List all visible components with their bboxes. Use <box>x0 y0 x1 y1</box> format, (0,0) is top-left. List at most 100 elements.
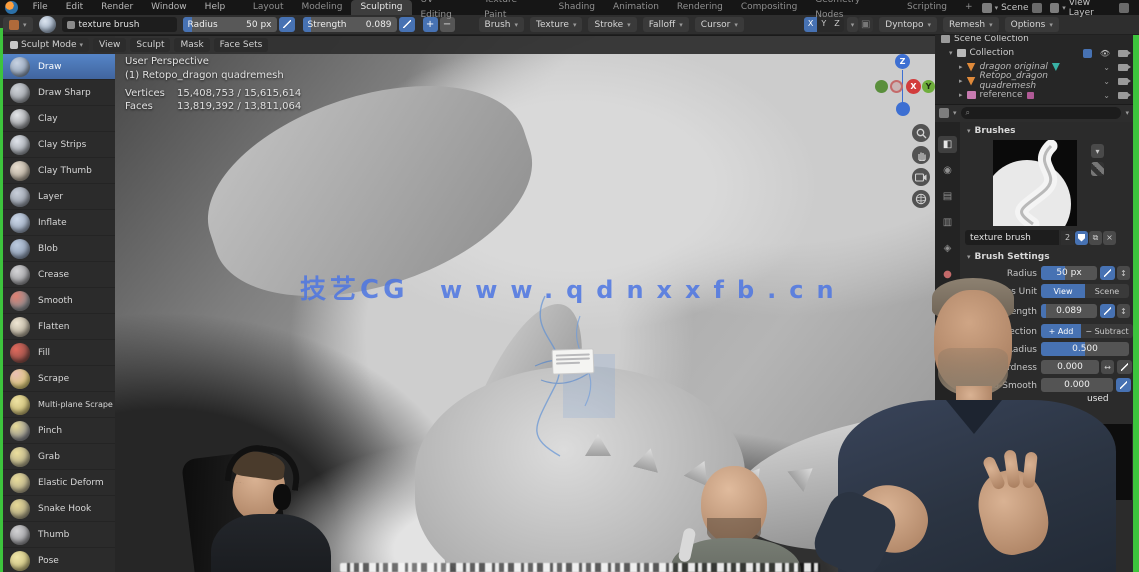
options-dropdown[interactable]: Options ▾ <box>1004 17 1059 32</box>
brush-name-field[interactable]: texture brush <box>965 230 1059 245</box>
eye-closed-icon[interactable]: ⌄ <box>1103 91 1110 100</box>
tab-texture-paint[interactable]: Texture Paint <box>475 0 549 23</box>
preview-dropdown-button[interactable]: ▾ <box>1091 144 1104 158</box>
view-layer-selector[interactable]: ▾ View Layer <box>1049 0 1129 18</box>
tab-sculpting[interactable]: Sculpting <box>351 0 412 15</box>
texture-checker-icon[interactable] <box>1091 162 1104 176</box>
brush-pose[interactable]: Pose <box>3 548 115 572</box>
menu-edit[interactable]: Edit <box>57 0 92 15</box>
tab-layout[interactable]: Layout <box>244 0 293 15</box>
unified-strength-icon[interactable]: ↕ <box>1117 304 1130 318</box>
brush-thumb[interactable]: Thumb <box>3 522 115 548</box>
brush-crease[interactable]: Crease <box>3 262 115 288</box>
radius-pressure-toggle[interactable] <box>278 17 295 32</box>
tab-shading[interactable]: Shading <box>549 0 604 15</box>
render-visibility-icon[interactable] <box>1118 63 1131 71</box>
zoom-button[interactable] <box>912 124 930 142</box>
brush-scrape[interactable]: Scrape <box>3 366 115 392</box>
radius-unit-scene[interactable]: Scene <box>1085 284 1129 298</box>
eye-closed-icon[interactable]: ⌄ <box>1103 63 1110 72</box>
fake-user-shield-icon[interactable] <box>1075 230 1088 245</box>
brush-clay-strips[interactable]: Clay Strips <box>3 132 115 158</box>
brush-layer[interactable]: Layer <box>3 184 115 210</box>
brush-clay-thumb[interactable]: Clay Thumb <box>3 158 115 184</box>
disclosure-icon[interactable]: ▸ <box>959 91 963 99</box>
hardness-pressure-toggle[interactable] <box>1117 360 1132 374</box>
strength-slider[interactable]: 0.089 <box>1041 304 1097 318</box>
perspective-toggle-button[interactable] <box>912 190 930 208</box>
unified-radius-icon[interactable]: ↕ <box>1117 266 1130 280</box>
brush-clay[interactable]: Clay <box>3 106 115 132</box>
users-count-badge[interactable]: 2 <box>1061 230 1074 245</box>
active-brush-preview[interactable] <box>38 16 56 33</box>
unlink-button[interactable]: × <box>1103 230 1116 245</box>
brush-name-field[interactable]: texture brush <box>61 17 177 32</box>
tab-modifiers-icon[interactable]: ▲ <box>938 318 957 335</box>
radius-slider[interactable]: Radius 50 px <box>182 17 277 32</box>
menu-mask[interactable]: Mask <box>174 38 210 52</box>
tab-render-icon[interactable]: ◉ <box>938 162 957 179</box>
add-workspace-button[interactable]: + <box>956 0 982 15</box>
scene-selector[interactable]: ▾ Scene <box>981 2 1042 13</box>
gizmo-axis-z[interactable]: Z <box>895 54 910 69</box>
brush-pinch[interactable]: Pinch <box>3 418 115 444</box>
new-view-layer-icon[interactable] <box>1119 2 1129 13</box>
hardness-extra-icon[interactable]: ↔ <box>1101 360 1114 374</box>
auto-smooth-pressure-toggle[interactable] <box>1116 378 1131 392</box>
tab-active-tool-icon[interactable]: ◧ <box>938 136 957 153</box>
brushes-panel-header[interactable]: ▾ Brushes <box>967 126 1015 136</box>
chevron-down-icon[interactable]: ▾ <box>1125 109 1129 117</box>
brush-snake-hook[interactable]: Snake Hook <box>3 496 115 522</box>
brush-grab[interactable]: Grab <box>3 444 115 470</box>
brush-blob[interactable]: Blob <box>3 236 115 262</box>
outliner-row-retopo[interactable]: ▸ Retopo_dragon quadremesh ⌄ <box>935 71 1133 91</box>
normal-radius-slider[interactable]: 0.500 <box>1041 342 1129 356</box>
menu-help[interactable]: Help <box>196 0 235 15</box>
properties-search-input[interactable]: ⌕ <box>960 107 1122 119</box>
menu-sculpt[interactable]: Sculpt <box>130 38 171 52</box>
mode-selector[interactable]: Sculpt Mode ▾ <box>4 38 90 52</box>
checkbox-icon[interactable] <box>1082 48 1092 58</box>
texture-preview-black[interactable] <box>1048 424 1132 500</box>
brush-inflate[interactable]: Inflate <box>3 210 115 236</box>
render-visibility-icon[interactable] <box>1118 91 1131 99</box>
strength-slider[interactable]: Strength 0.089 <box>302 17 397 32</box>
tab-world-icon[interactable]: ● <box>938 266 957 283</box>
tab-modeling[interactable]: Modeling <box>293 0 352 15</box>
gizmo-axis-neg-y[interactable] <box>875 80 888 93</box>
menu-render[interactable]: Render <box>92 0 142 15</box>
stroke-dropdown[interactable]: Stroke ▾ <box>588 17 637 32</box>
tab-view-layer-icon[interactable]: ▥ <box>938 214 957 231</box>
tab-compositing[interactable]: Compositing <box>732 0 806 15</box>
gizmo-axis-neg-z[interactable] <box>896 102 910 116</box>
editor-type-button[interactable]: ▾ <box>3 17 33 32</box>
remesh-dropdown[interactable]: Remesh ▾ <box>943 17 999 32</box>
direction-subtract[interactable]: − Subtract <box>1081 324 1133 338</box>
render-visibility-icon[interactable] <box>1118 49 1131 57</box>
render-visibility-icon[interactable] <box>1118 77 1131 85</box>
gizmo-axis-neg-x[interactable] <box>890 80 903 93</box>
hardness-slider[interactable]: 0.000 <box>1041 360 1099 374</box>
brush-draw-sharp[interactable]: Draw Sharp <box>3 80 115 106</box>
brush-smooth[interactable]: Smooth <box>3 288 115 314</box>
auto-smooth-slider[interactable]: 0.000 <box>1041 378 1113 392</box>
tab-geometry-nodes[interactable]: Geometry Nodes <box>806 0 898 23</box>
viewport-3d[interactable]: User Perspective (1) Retopo_dragon quadr… <box>115 36 935 572</box>
tab-uv-editing[interactable]: UV Editing <box>412 0 476 23</box>
brush-preview-image[interactable] <box>993 140 1077 226</box>
radius-unit-view[interactable]: View <box>1041 284 1085 298</box>
gizmo-axis-y[interactable]: Y <box>922 80 935 93</box>
disclosure-icon[interactable]: ▸ <box>959 77 963 85</box>
menu-file[interactable]: File <box>24 0 57 15</box>
eye-icon[interactable]: 👁 <box>1100 49 1110 58</box>
tab-rendering[interactable]: Rendering <box>668 0 732 15</box>
properties-editor-icon[interactable] <box>939 108 949 118</box>
menu-view[interactable]: View <box>93 38 127 52</box>
menu-face-sets[interactable]: Face Sets <box>213 38 269 52</box>
radius-slider[interactable]: 50 px <box>1041 266 1097 280</box>
strength-pressure-toggle[interactable] <box>1100 304 1115 318</box>
brush-settings-header[interactable]: ▾ Brush Settings <box>967 252 1050 262</box>
tab-scripting[interactable]: Scripting <box>898 0 956 15</box>
falloff-dropdown[interactable]: Falloff ▾ <box>642 17 689 32</box>
brush-multiplane-scrape[interactable]: Multi-plane Scrape <box>3 392 115 418</box>
